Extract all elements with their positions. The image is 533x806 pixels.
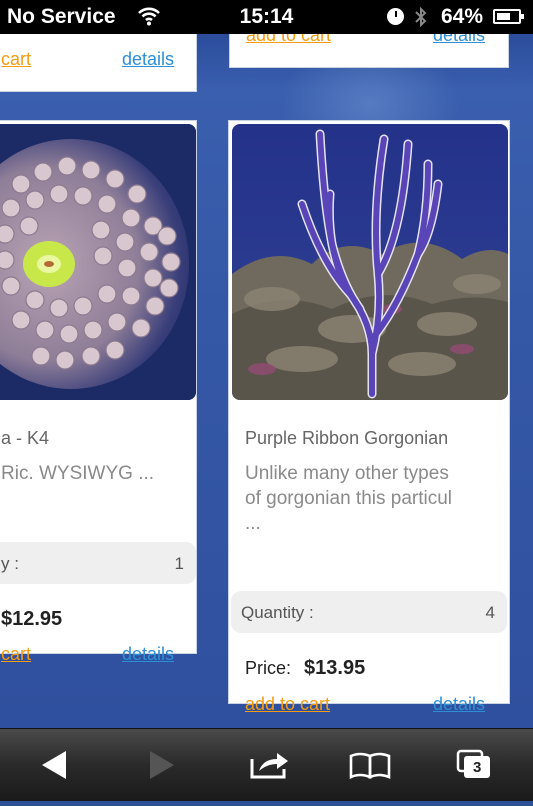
product-description-line-3: ... [245, 513, 261, 534]
details-link[interactable]: details [122, 644, 174, 665]
forward-button[interactable] [106, 729, 212, 801]
price-row: Price: $13.95 [245, 657, 365, 680]
alarm-clock-icon [387, 8, 404, 25]
share-button[interactable] [213, 729, 319, 801]
add-to-cart-link[interactable]: cart [1, 49, 31, 70]
product-card-left: a - K4 Ric. WYSIWYG ... y : 1 $12.95 car… [0, 120, 197, 664]
status-bar: No Service 15:14 64% [0, 0, 533, 34]
product-card-right: Purple Ribbon Gorgonian Unlike many othe… [228, 120, 510, 714]
price-amount: $13.95 [304, 657, 366, 679]
tabs-button[interactable]: 3 [426, 729, 532, 801]
quantity-label: Quantity : [241, 603, 314, 622]
browser-toolbar: 3 [0, 728, 533, 801]
details-link[interactable]: details [433, 694, 485, 715]
gorgonian-image-graphic [232, 124, 508, 400]
price-label: Price: [245, 658, 292, 678]
quantity-label: y : [1, 554, 19, 573]
tabs-count: 3 [473, 759, 482, 776]
product-image-gorgonian[interactable] [232, 124, 508, 400]
details-link[interactable]: details [122, 49, 174, 70]
back-button[interactable] [0, 729, 106, 801]
add-to-cart-link[interactable]: add to cart [245, 694, 330, 715]
bluetooth-icon [415, 6, 427, 28]
product-description-line-1: Unlike many other types [245, 463, 449, 484]
product-name[interactable]: Purple Ribbon Gorgonian [245, 428, 448, 449]
share-icon [250, 753, 288, 779]
product-card-top-left: cart details [0, 34, 197, 92]
product-description-line-2: of gorgonian this particul [245, 488, 453, 509]
product-card-top-right: add to cart details [229, 34, 509, 68]
battery-icon [493, 9, 524, 24]
quantity-row[interactable]: Quantity : 4 [231, 591, 507, 633]
quantity-value: 1 [174, 554, 184, 573]
back-arrow-icon [42, 751, 66, 779]
price-amount: $12.95 [1, 608, 63, 630]
battery-level [497, 13, 510, 20]
product-description: Ric. WYSIWYG ... [1, 463, 155, 484]
page-background: cart details add to cart details a - K4 … [0, 34, 533, 728]
add-to-cart-link[interactable]: add to cart [246, 34, 331, 46]
product-image-coral[interactable] [0, 124, 196, 400]
product-name[interactable]: a - K4 [1, 428, 49, 449]
bookmarks-book-icon [349, 752, 391, 779]
forward-arrow-icon [150, 751, 174, 779]
coral-image-graphic [0, 124, 196, 400]
add-to-cart-link[interactable]: cart [1, 644, 31, 665]
quantity-row[interactable]: y : 1 [0, 542, 196, 584]
price-row: $12.95 [0, 608, 62, 631]
details-link[interactable]: details [433, 34, 485, 46]
quantity-value: 4 [485, 603, 495, 622]
battery-percent: 64% [441, 5, 484, 28]
bookmarks-button[interactable] [319, 729, 425, 801]
